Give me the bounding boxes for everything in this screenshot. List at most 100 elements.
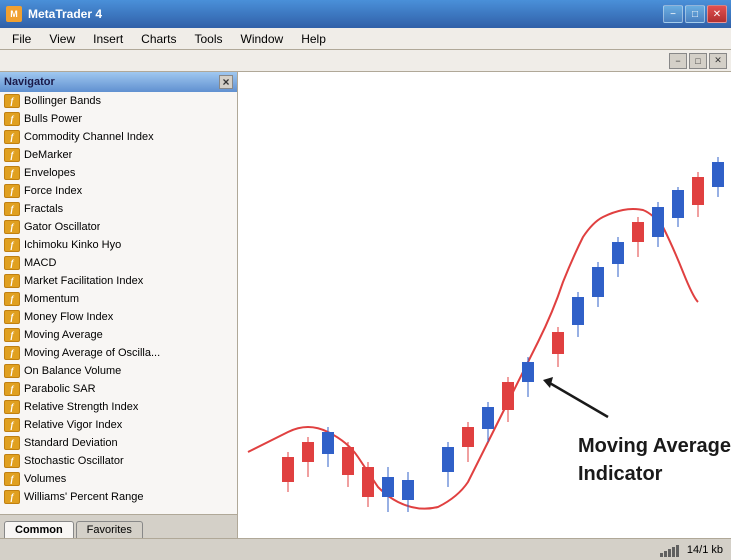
menu-item-tools[interactable]: Tools <box>187 30 231 48</box>
indicator-icon <box>4 238 20 252</box>
nav-item-label: DeMarker <box>24 149 72 161</box>
list-item[interactable]: Moving Average <box>0 326 237 344</box>
chart-canvas: Moving Average Indicator <box>238 72 731 538</box>
svg-text:Indicator: Indicator <box>578 463 663 485</box>
indicator-icon <box>4 166 20 180</box>
svg-text:Moving Average: Moving Average <box>578 435 731 457</box>
nav-item-label: Standard Deviation <box>24 437 118 449</box>
nav-item-label: Moving Average of Oscilla... <box>24 347 160 359</box>
list-item[interactable]: Money Flow Index <box>0 308 237 326</box>
list-item[interactable]: On Balance Volume <box>0 362 237 380</box>
nav-item-label: Relative Strength Index <box>24 401 138 413</box>
list-item[interactable]: Volumes <box>0 470 237 488</box>
list-item[interactable]: MACD <box>0 254 237 272</box>
indicator-icon <box>4 148 20 162</box>
list-item[interactable]: Moving Average of Oscilla... <box>0 344 237 362</box>
indicator-icon <box>4 274 20 288</box>
indicator-icon <box>4 130 20 144</box>
nav-tab-common[interactable]: Common <box>4 521 74 538</box>
main-content: Navigator × Bollinger BandsBulls Power Co… <box>0 72 731 538</box>
navigator-title: Navigator <box>4 76 55 88</box>
nav-item-label: Commodity Channel Index <box>24 131 154 143</box>
nav-item-label: Money Flow Index <box>24 311 113 323</box>
nav-tab-favorites[interactable]: Favorites <box>76 521 143 538</box>
indicator-icon <box>4 112 20 126</box>
list-item[interactable]: Gator Oscillator <box>0 218 237 236</box>
nav-item-label: Envelopes <box>24 167 75 179</box>
nav-item-label: On Balance Volume <box>24 365 121 377</box>
list-item[interactable]: Relative Strength Index <box>0 398 237 416</box>
menu-item-file[interactable]: File <box>4 30 39 48</box>
list-item[interactable]: Ichimoku Kinko Hyo <box>0 236 237 254</box>
navigator-tabs: CommonFavorites <box>0 514 237 538</box>
nav-item-label: Stochastic Oscillator <box>24 455 124 467</box>
list-item[interactable]: Momentum <box>0 290 237 308</box>
inner-bar-buttons: − □ ✕ <box>669 53 727 69</box>
title-bar: M MetaTrader 4 − □ ✕ <box>0 0 731 28</box>
inner-bar: − □ ✕ <box>0 50 731 72</box>
menu-item-charts[interactable]: Charts <box>133 30 184 48</box>
menu-item-help[interactable]: Help <box>293 30 334 48</box>
list-item[interactable]: Bulls Power <box>0 110 237 128</box>
list-item[interactable]: DeMarker <box>0 146 237 164</box>
list-item[interactable]: Market Facilitation Index <box>0 272 237 290</box>
list-item[interactable]: Stochastic Oscillator <box>0 452 237 470</box>
navigator-panel: Navigator × Bollinger BandsBulls Power Co… <box>0 72 238 538</box>
menu-item-view[interactable]: View <box>41 30 83 48</box>
indicator-icon <box>4 328 20 342</box>
indicator-icon <box>4 94 20 108</box>
list-item[interactable]: Force Index <box>0 182 237 200</box>
menu-item-insert[interactable]: Insert <box>85 30 131 48</box>
bar5 <box>676 545 679 557</box>
nav-item-label: Volumes <box>24 473 66 485</box>
minimize-button[interactable]: − <box>663 5 683 23</box>
inner-minimize-button[interactable]: − <box>669 53 687 69</box>
status-bar: 14/1 kb <box>0 538 731 560</box>
title-bar-left: M MetaTrader 4 <box>6 6 102 22</box>
indicator-icon <box>4 382 20 396</box>
maximize-button[interactable]: □ <box>685 5 705 23</box>
indicator-icon <box>4 436 20 450</box>
menu-bar: FileViewInsertChartsToolsWindowHelp <box>0 28 731 50</box>
inner-close-button[interactable]: ✕ <box>709 53 727 69</box>
nav-item-label: Momentum <box>24 293 79 305</box>
list-item[interactable]: Envelopes <box>0 164 237 182</box>
close-button[interactable]: ✕ <box>707 5 727 23</box>
chart-area: Moving Average Indicator <box>238 72 731 538</box>
indicator-icon <box>4 472 20 486</box>
navigator-list[interactable]: Bollinger BandsBulls Power Commodity Chan… <box>0 92 237 514</box>
list-item[interactable]: Parabolic SAR <box>0 380 237 398</box>
status-text: 14/1 kb <box>687 544 723 556</box>
app-icon: M <box>6 6 22 22</box>
list-item[interactable]: Standard Deviation <box>0 434 237 452</box>
app-title: MetaTrader 4 <box>28 7 102 21</box>
navigator-header: Navigator × <box>0 72 237 92</box>
indicator-icon <box>4 256 20 270</box>
nav-item-label: Parabolic SAR <box>24 383 96 395</box>
indicator-icon <box>4 454 20 468</box>
list-item[interactable]: Relative Vigor Index <box>0 416 237 434</box>
chart-svg: Moving Average Indicator <box>238 72 731 538</box>
indicator-icon <box>4 292 20 306</box>
nav-item-label: Moving Average <box>24 329 103 341</box>
indicator-icon <box>4 490 20 504</box>
indicator-icon <box>4 364 20 378</box>
nav-item-label: Williams' Percent Range <box>24 491 143 503</box>
indicator-icon <box>4 346 20 360</box>
nav-item-label: Gator Oscillator <box>24 221 100 233</box>
list-item[interactable]: Bollinger Bands <box>0 92 237 110</box>
indicator-icon <box>4 400 20 414</box>
list-item[interactable]: Williams' Percent Range <box>0 488 237 506</box>
bar4 <box>672 547 675 557</box>
title-bar-buttons: − □ ✕ <box>663 5 727 23</box>
navigator-close-button[interactable]: × <box>219 75 233 89</box>
list-item[interactable]: Commodity Channel Index <box>0 128 237 146</box>
list-item[interactable]: Fractals <box>0 200 237 218</box>
inner-maximize-button[interactable]: □ <box>689 53 707 69</box>
indicator-icon <box>4 202 20 216</box>
menu-item-window[interactable]: Window <box>233 30 292 48</box>
indicator-icon <box>4 310 20 324</box>
status-bars-icon <box>660 543 679 557</box>
nav-item-label: MACD <box>24 257 56 269</box>
indicator-icon <box>4 220 20 234</box>
